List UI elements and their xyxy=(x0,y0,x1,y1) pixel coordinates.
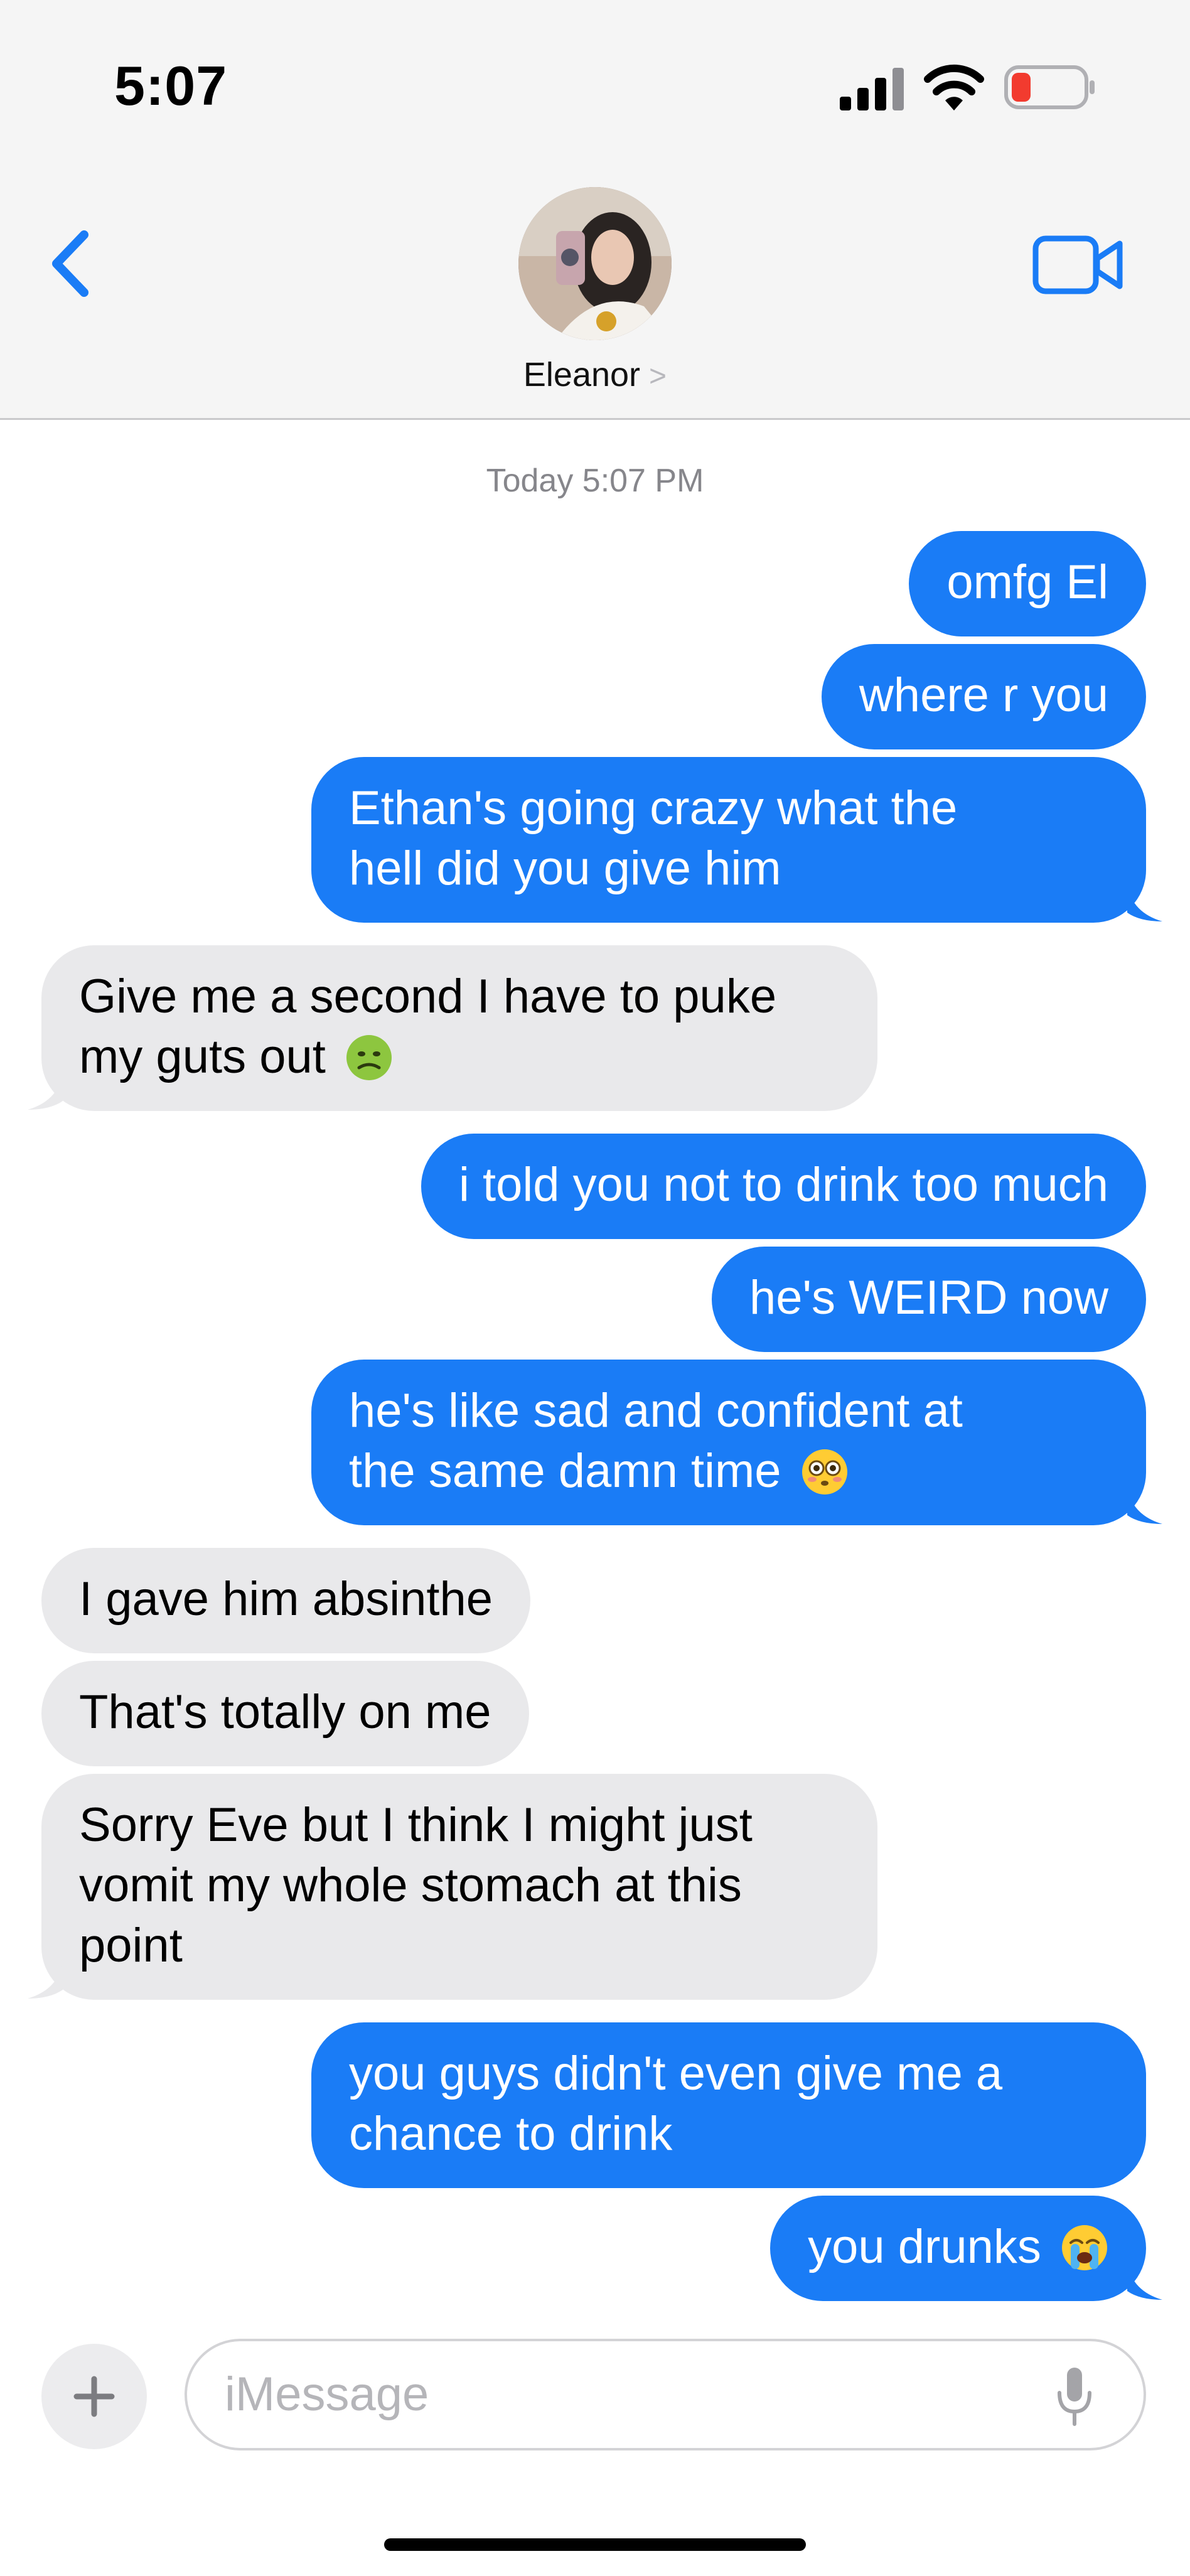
message-line: hell did you give him xyxy=(349,842,781,895)
message-bubble-outgoing[interactable]: he's WEIRD now xyxy=(711,1247,1146,1352)
bubble-tail-incoming xyxy=(28,1962,63,1999)
bubble-tail-incoming xyxy=(28,1073,63,1110)
facetime-video-button[interactable] xyxy=(1032,233,1126,296)
message-line: he's like sad and confident at xyxy=(349,1384,963,1437)
message-text: That's totally on me xyxy=(79,1685,491,1739)
message-bubble-outgoing[interactable]: where r you xyxy=(821,644,1146,749)
status-time: 5:07 xyxy=(114,55,228,117)
chevron-left-icon xyxy=(52,230,88,297)
message-text: he's WEIRD now xyxy=(749,1271,1108,1324)
message-bubble-outgoing[interactable]: omfg El xyxy=(909,531,1146,636)
conversation-timestamp: Today 5:07 PM xyxy=(486,463,704,499)
message-line: Ethan's going crazy what the xyxy=(349,781,958,835)
bubble-tail-outgoing xyxy=(1127,2263,1162,2300)
contact-name[interactable]: Eleanor > xyxy=(0,355,1190,394)
message-text: omfg El xyxy=(946,555,1108,609)
message-line: you guys didn't even give me a xyxy=(349,2047,1003,2100)
message-bubble-incoming[interactable]: Sorry Eve but I think I might just vomit… xyxy=(41,1774,877,2000)
message-line: the same damn time xyxy=(349,1441,1108,1501)
message-line: vomit my whole stomach at this xyxy=(79,1859,742,1912)
message-bubble-incoming[interactable]: That's totally on me xyxy=(41,1661,529,1766)
apps-plus-button[interactable] xyxy=(41,2344,147,2449)
message-bubble-outgoing[interactable]: you drunks xyxy=(770,2196,1146,2301)
chevron-right-icon: > xyxy=(649,360,667,393)
imessage-input[interactable]: iMessage xyxy=(185,2339,1146,2450)
flushed-face-emoji xyxy=(801,1449,847,1495)
battery-low-icon xyxy=(1004,65,1095,109)
back-button[interactable] xyxy=(44,226,100,301)
home-indicator[interactable] xyxy=(384,2538,806,2551)
message-text: I gave him absinthe xyxy=(79,1572,493,1626)
avatar-photo xyxy=(518,187,672,340)
message-line: my guts out xyxy=(79,1027,840,1087)
microphone-icon[interactable] xyxy=(1056,2365,1093,2428)
contact-avatar[interactable] xyxy=(518,187,672,340)
message-bubble-outgoing[interactable]: i told you not to drink too much xyxy=(421,1134,1146,1239)
message-line: point xyxy=(79,1919,183,1972)
message-text: you drunks xyxy=(808,2220,1041,2273)
message-text: where r you xyxy=(859,668,1108,722)
message-line: Sorry Eve but I think I might just xyxy=(79,1798,753,1852)
message-line: chance to drink xyxy=(349,2107,673,2160)
nauseated-face-emoji xyxy=(346,1035,392,1080)
message-bubble-outgoing[interactable]: he's like sad and confident at the same … xyxy=(311,1360,1146,1525)
plus-icon xyxy=(73,2376,115,2417)
message-line: Give me a second I have to puke xyxy=(79,970,777,1023)
loudly-crying-face-emoji xyxy=(1062,2225,1107,2270)
message-bubble-incoming[interactable]: Give me a second I have to puke my guts … xyxy=(41,945,877,1111)
message-text: i told you not to drink too much xyxy=(458,1158,1108,1211)
message-bubble-outgoing[interactable]: you guys didn't even give me a chance to… xyxy=(311,2022,1146,2188)
wifi-icon xyxy=(924,64,984,110)
bubble-tail-outgoing xyxy=(1127,885,1162,921)
imessage-placeholder: iMessage xyxy=(225,2368,429,2421)
cellular-signal-icon xyxy=(840,68,904,110)
bubble-tail-outgoing xyxy=(1127,1488,1162,1524)
contact-name-text: Eleanor xyxy=(523,356,641,394)
message-bubble-outgoing[interactable]: Ethan's going crazy what the hell did yo… xyxy=(311,757,1146,923)
message-bubble-incoming[interactable]: I gave him absinthe xyxy=(41,1548,531,1653)
video-camera-icon xyxy=(1032,235,1123,294)
